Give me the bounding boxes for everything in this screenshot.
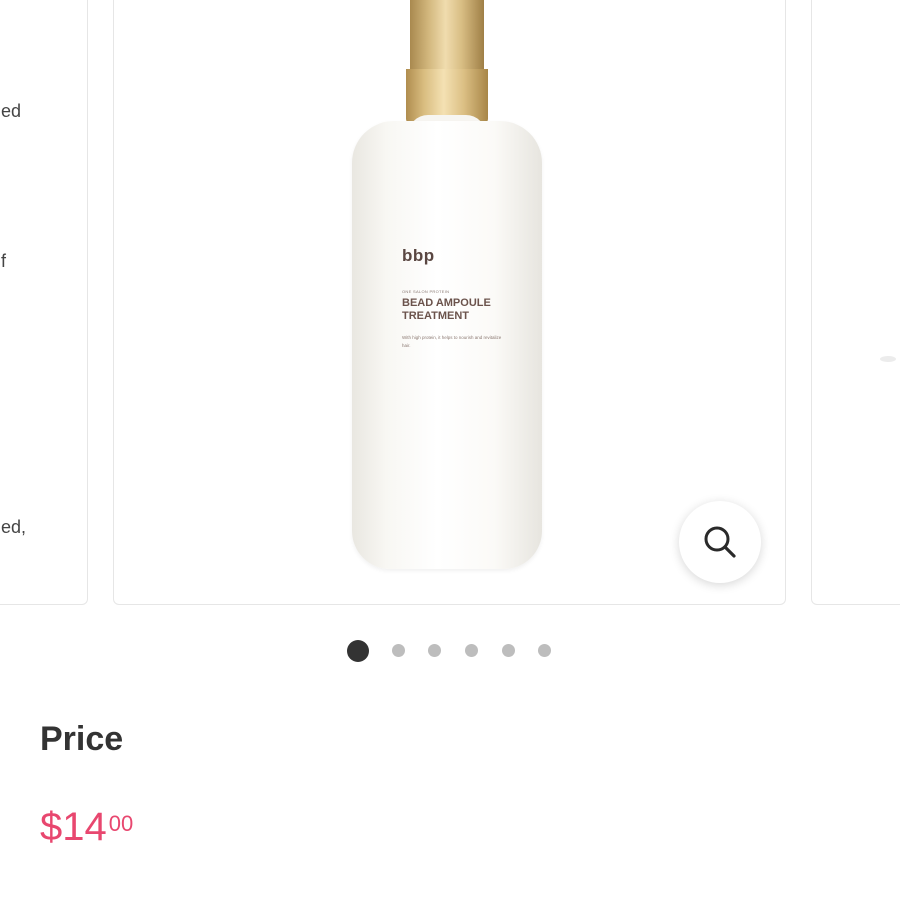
product-image-fragment	[880, 356, 896, 362]
carousel-card-next[interactable]	[811, 0, 900, 605]
card-text-fragment: f	[1, 251, 7, 271]
carousel-card-product[interactable]: bbp ONE SALON PROTEIN BEAD AMPOULE TREAT…	[113, 0, 786, 605]
zoom-button[interactable]	[679, 501, 761, 583]
product-brand: bbp	[402, 246, 435, 265]
pagination-dot-4[interactable]	[465, 644, 478, 657]
pagination-dot-1[interactable]	[347, 640, 369, 662]
price-cents: 00	[108, 811, 134, 836]
pagination-dot-3[interactable]	[428, 644, 441, 657]
carousel-pagination	[0, 640, 900, 662]
product-name: BEAD AMPOULE TREATMENT	[402, 297, 522, 323]
product-subtitle: ONE SALON PROTEIN	[402, 289, 450, 294]
price-heading: Price	[40, 720, 124, 758]
search-icon	[704, 526, 736, 558]
price-amount: $14	[40, 805, 107, 849]
carousel-card-previous[interactable]: ed f ed,	[0, 0, 88, 605]
pagination-dot-5[interactable]	[502, 644, 515, 657]
product-name-line1: BEAD AMPOULE	[402, 297, 491, 309]
price-value: $1400	[40, 805, 133, 850]
product-image: bbp ONE SALON PROTEIN BEAD AMPOULE TREAT…	[114, 0, 785, 604]
product-name-line2: TREATMENT	[402, 310, 470, 322]
pagination-dot-6[interactable]	[538, 644, 551, 657]
card-text-fragment: ed	[1, 101, 22, 121]
product-description: With high protein, it helps to nourish a…	[402, 335, 502, 348]
bottle-pump	[410, 0, 484, 71]
pagination-dot-2[interactable]	[392, 644, 405, 657]
card-text-fragment: ed,	[1, 517, 27, 537]
